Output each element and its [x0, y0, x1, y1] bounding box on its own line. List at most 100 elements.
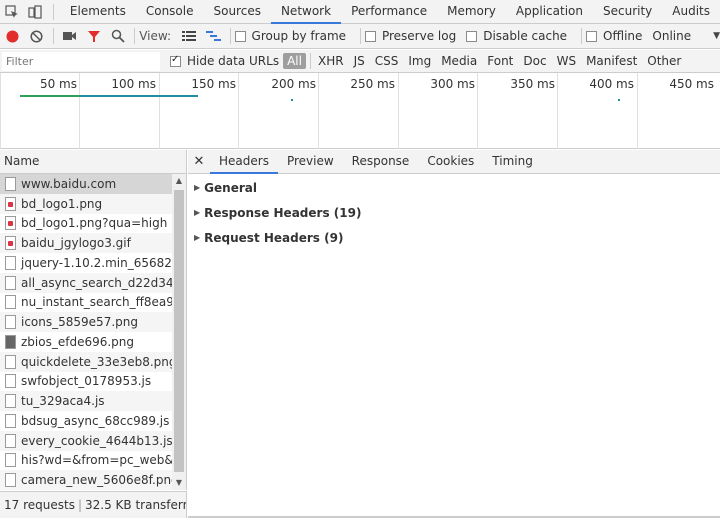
divider	[229, 28, 231, 44]
scroll-down-icon[interactable]: ▼	[172, 476, 186, 490]
request-row[interactable]: bdsug_async_68cc989.js	[0, 411, 172, 431]
request-row[interactable]: icons_5859e57.png	[0, 312, 172, 332]
request-row[interactable]: bd_logo1.png?qua=high	[0, 214, 172, 234]
checkbox-box	[364, 30, 376, 42]
timeline-gridline	[79, 73, 80, 149]
tab-cookies[interactable]: Cookies	[418, 150, 483, 174]
throttle-select[interactable]: Online ▼	[652, 29, 720, 43]
timeline-tick-label: 250 ms	[350, 77, 395, 91]
section-title: Request Headers (9)	[204, 230, 344, 245]
script-icon	[5, 433, 16, 448]
request-name: quickdelete_33e3eb8.png	[21, 354, 172, 369]
disable-cache-checkbox[interactable]: Disable cache	[466, 29, 567, 43]
filter-type-media[interactable]: Media	[436, 54, 482, 68]
offline-checkbox[interactable]: Offline	[586, 29, 642, 43]
scroll-up-icon[interactable]: ▲	[172, 174, 186, 188]
filter-icon[interactable]	[82, 24, 106, 48]
tab-headers[interactable]: Headers	[210, 150, 278, 174]
request-row[interactable]: zbios_efde696.png	[0, 332, 172, 352]
filter-input[interactable]	[2, 51, 160, 71]
timeline-overview[interactable]: 50 ms 100 ms 150 ms 200 ms 250 ms 300 ms…	[0, 73, 720, 149]
group-by-frame-label: Group by frame	[251, 29, 347, 43]
tab-timing[interactable]: Timing	[483, 150, 542, 174]
tab-console[interactable]: Console	[136, 0, 204, 24]
response-headers-section[interactable]: ▶ Response Headers (19)	[188, 200, 720, 225]
filter-type-other[interactable]: Other	[642, 54, 686, 68]
request-row[interactable]: quickdelete_33e3eb8.png	[0, 351, 172, 372]
request-name: www.baidu.com	[21, 176, 117, 191]
request-name: tu_329aca4.js	[21, 394, 105, 409]
tab-performance[interactable]: Performance	[341, 0, 437, 24]
request-list: www.baidu.com bd_logo1.png bd_logo1.png?qu…	[0, 174, 187, 490]
request-row[interactable]: tu_329aca4.js	[0, 391, 172, 411]
request-count: 17 requests	[4, 498, 75, 512]
filter-type-all[interactable]: All	[283, 53, 306, 69]
preserve-log-checkbox[interactable]: Preserve log	[364, 29, 457, 43]
filter-type-ws[interactable]: WS	[552, 54, 581, 68]
filter-type-xhr[interactable]: XHR	[313, 54, 349, 68]
request-row[interactable]: every_cookie_4644b13.js	[0, 430, 172, 451]
image-icon	[5, 334, 16, 349]
filter-type-font[interactable]: Font	[482, 54, 518, 68]
request-name: zbios_efde696.png	[21, 334, 135, 349]
request-name: baidu_jgylogo3.gif	[21, 236, 131, 251]
timeline-gridline	[637, 73, 638, 149]
camera-icon[interactable]	[57, 24, 81, 48]
hide-data-urls-checkbox[interactable]: Hide data URLs	[170, 54, 279, 68]
close-icon[interactable]: ✕	[188, 154, 210, 169]
timeline-request-bar	[291, 99, 293, 101]
image-icon	[5, 473, 16, 488]
image-icon	[5, 354, 16, 369]
tab-elements[interactable]: Elements	[60, 0, 136, 24]
timeline-gridline	[398, 73, 399, 149]
image-icon	[5, 216, 16, 231]
device-toolbar-icon[interactable]	[24, 0, 48, 24]
timeline-tick-label: 400 ms	[589, 77, 634, 91]
request-row[interactable]: baidu_jgylogo3.gif	[0, 233, 172, 253]
tab-application[interactable]: Application	[506, 0, 593, 24]
script-icon	[5, 295, 16, 310]
group-by-frame-checkbox[interactable]: Group by frame	[234, 29, 347, 43]
scrollbar-thumb[interactable]	[174, 190, 184, 472]
divider	[134, 28, 136, 44]
preserve-log-label: Preserve log	[381, 29, 457, 43]
request-row[interactable]: swfobject_0178953.js	[0, 372, 172, 392]
tab-audits[interactable]: Audits	[662, 0, 720, 24]
request-row[interactable]: www.baidu.com	[0, 174, 172, 194]
request-list-scrollbar[interactable]: ▲ ▼	[172, 174, 186, 490]
list-view-icon[interactable]	[177, 24, 201, 48]
inspect-element-icon[interactable]	[0, 0, 24, 24]
name-column-header[interactable]: Name	[0, 150, 187, 174]
request-row[interactable]: all_async_search_d22d34b.js	[0, 272, 172, 293]
request-name: swfobject_0178953.js	[21, 374, 152, 389]
filter-type-img[interactable]: Img	[403, 54, 436, 68]
timeline-tick-label: 200 ms	[271, 77, 316, 91]
filter-type-manifest[interactable]: Manifest	[581, 54, 642, 68]
general-section[interactable]: ▶ General	[188, 175, 720, 200]
image-icon	[5, 196, 16, 211]
network-toolbar: View: Group by frame Preserve log Disabl…	[0, 24, 720, 49]
disable-cache-label: Disable cache	[483, 29, 568, 43]
record-icon[interactable]	[0, 24, 24, 48]
tab-response[interactable]: Response	[343, 150, 419, 174]
request-headers-section[interactable]: ▶ Request Headers (9)	[188, 225, 720, 250]
tab-sources[interactable]: Sources	[203, 0, 270, 24]
tab-security[interactable]: Security	[593, 0, 662, 24]
script-icon	[5, 394, 16, 409]
request-row[interactable]: his?wd=&from=pc_web&rf=3	[0, 451, 172, 471]
filter-type-css[interactable]: CSS	[370, 54, 404, 68]
filter-type-js[interactable]: JS	[349, 54, 370, 68]
request-row[interactable]: nu_instant_search_ff8ea96.js	[0, 293, 172, 313]
tab-memory[interactable]: Memory	[437, 0, 506, 24]
tab-preview[interactable]: Preview	[278, 150, 343, 174]
request-row[interactable]: jquery-1.10.2.min_65682a2.js	[0, 253, 172, 273]
waterfall-view-icon[interactable]	[201, 24, 225, 48]
clear-icon[interactable]	[24, 24, 48, 48]
tab-network[interactable]: Network	[270, 0, 342, 24]
filter-type-doc[interactable]: Doc	[518, 54, 551, 68]
request-row[interactable]: bd_logo1.png	[0, 193, 172, 214]
search-icon[interactable]	[106, 24, 130, 48]
script-icon	[5, 255, 16, 270]
request-row[interactable]: camera_new_5606e8f.png	[0, 470, 172, 490]
timeline-tick-label: 300 ms	[430, 77, 475, 91]
